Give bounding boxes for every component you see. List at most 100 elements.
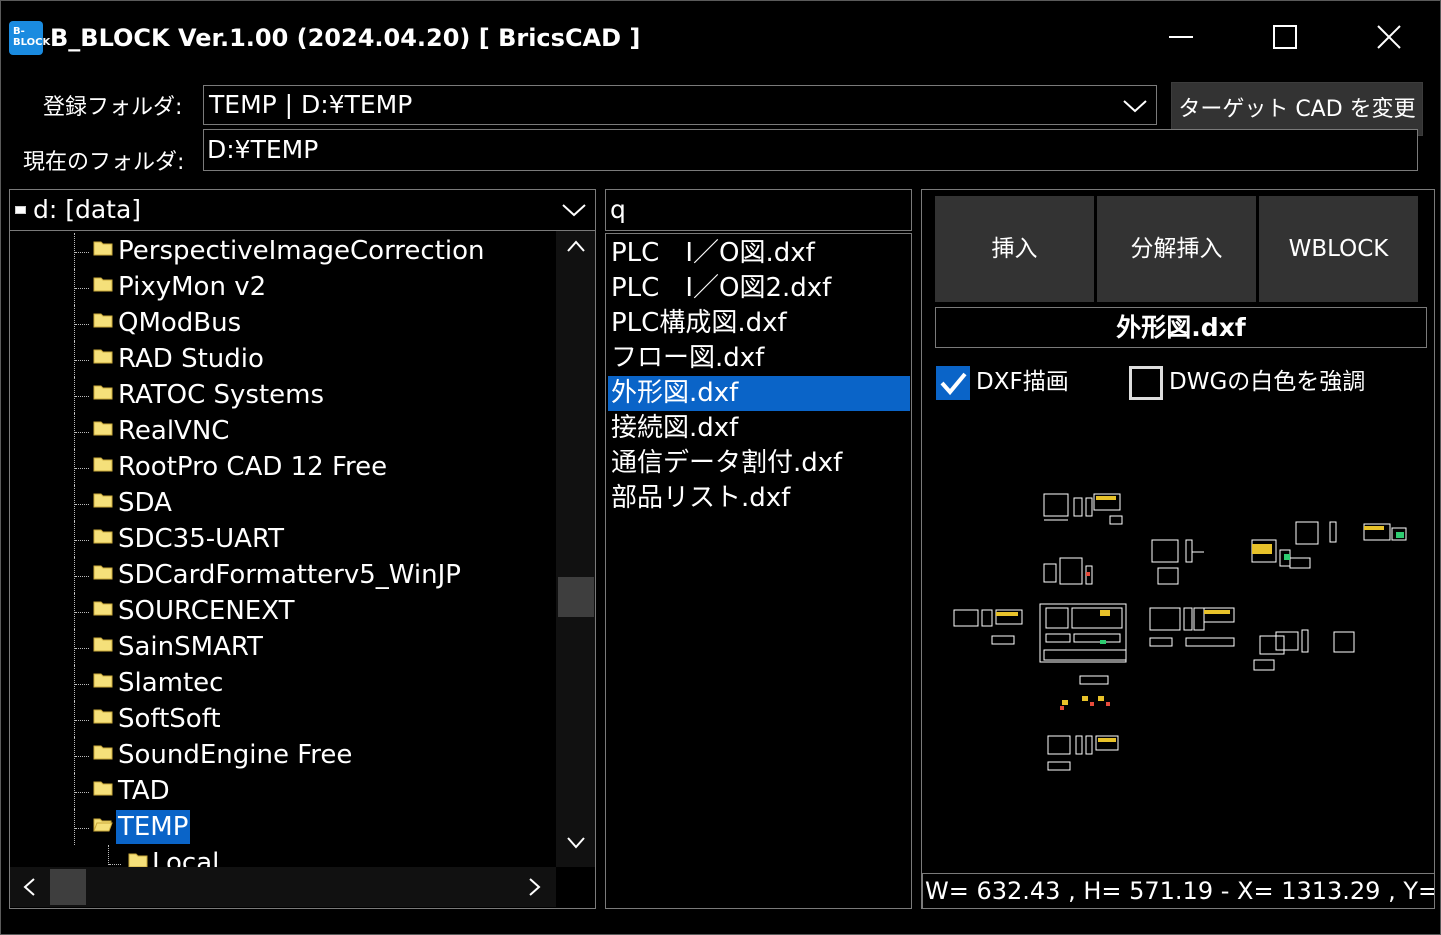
file-list-item[interactable]: 通信データ割付.dxf [608,446,910,481]
tree-vertical-thumb[interactable] [558,577,594,617]
tree-line [75,396,89,397]
tree-line [75,828,89,829]
tree-item[interactable]: RootPro CAD 12 Free [10,449,556,485]
tree-line [75,360,89,361]
folder-open-icon [93,818,113,832]
tree-item-label: PerspectiveImageCorrection [118,236,485,266]
maximize-button[interactable] [1233,1,1337,73]
tree-item[interactable]: TAD [10,773,556,809]
status-bar: W= 632.43 , H= 571.19 - X= 1313.29 , Y= … [922,873,1435,909]
tree-line [108,845,109,865]
folder-icon [93,529,113,544]
tree-item-label: SOURCENEXT [118,596,295,626]
scroll-left-icon[interactable] [22,877,36,897]
folder-icon [128,853,148,867]
registered-folder-value: TEMP | D:¥TEMP [209,90,413,119]
drive-select[interactable]: d: [data] [9,189,596,231]
tree-item[interactable]: RATOC Systems [10,377,556,413]
file-search-input[interactable]: q [605,189,912,231]
tree-item[interactable]: SainSMART [10,629,556,665]
tree-child-item[interactable]: Local [10,845,556,867]
tree-item[interactable]: SoundEngine Free [10,737,556,773]
window-title: B_BLOCK Ver.1.00 (2024.04.20) [ BricsCAD… [50,24,641,52]
folder-icon [93,637,113,652]
tree-line [74,809,75,845]
wblock-button[interactable]: WBLOCK [1259,196,1418,302]
window-bottom-edge [1,913,1440,934]
tree-item[interactable]: SDA [10,485,556,521]
tree-line [75,540,89,541]
tree-item-label: RATOC Systems [118,380,325,410]
tree-item-label: SDCardFormatterv5_WinJP [118,560,461,590]
dxf-draw-label: DXF描画 [976,369,1069,395]
folder-tree-items: PerspectiveImageCorrection PixyMon v2 QMod… [10,231,556,867]
chevron-down-icon [1123,100,1147,113]
tree-item-label: RealVNC [118,416,230,446]
folder-icon [93,421,113,436]
preview-panel: 挿入 分解挿入 WBLOCK 外形図.dxf DXF描画 DWGの白色を強調 [921,189,1435,909]
search-value: q [610,195,626,224]
scroll-right-icon[interactable] [528,877,542,897]
tree-line [75,252,89,253]
file-list-item[interactable]: PLC I／O図.dxf [608,236,910,271]
file-list-item[interactable]: 外形図.dxf [608,376,910,411]
file-list-item[interactable]: PLC構成図.dxf [608,306,910,341]
tree-line [75,792,89,793]
tree-item[interactable]: SOURCENEXT [10,593,556,629]
file-list-item[interactable]: 部品リスト.dxf [608,481,910,516]
scroll-up-icon[interactable] [566,239,586,253]
dxf-preview-drawing [953,493,1407,771]
tree-item[interactable]: RAD Studio [10,341,556,377]
folder-icon [93,601,113,616]
tree-item[interactable]: SDCardFormatterv5_WinJP [10,557,556,593]
file-list[interactable]: PLC I／O図.dxf PLC I／O図2.dxf PLC構成図.dxf フロー図.… [605,233,912,909]
tree-item[interactable]: TEMP [10,809,556,845]
app-window: B- BLOCK B_BLOCK Ver.1.00 (2024.04.20) [ … [0,0,1441,935]
current-folder-value: D:¥TEMP [207,135,319,164]
current-folder-label: 現在のフォルダ: [23,150,185,175]
tree-item[interactable]: SoftSoft [10,701,556,737]
tree-item-label: QModBus [118,308,242,338]
minimize-button[interactable] [1129,1,1233,73]
tree-vertical-scrollbar[interactable] [556,231,595,867]
tree-item-label: RAD Studio [118,344,264,374]
chevron-down-icon [562,204,586,217]
tree-item[interactable]: Slamtec [10,665,556,701]
current-folder-field[interactable]: D:¥TEMP [203,129,1418,171]
tree-item[interactable]: PixyMon v2 [10,269,556,305]
tree-item[interactable]: SDC35-UART [10,521,556,557]
checkbox-unchecked[interactable] [1129,366,1163,400]
tree-line [75,504,89,505]
tree-horizontal-scrollbar[interactable] [10,867,556,907]
checkbox-checked[interactable] [936,366,970,400]
tree-item[interactable]: PerspectiveImageCorrection [10,233,556,269]
folder-tree[interactable]: PerspectiveImageCorrection PixyMon v2 QMod… [9,231,596,909]
dwg-white-emphasis-label: DWGの白色を強調 [1169,369,1366,395]
registered-folder-select[interactable]: TEMP | D:¥TEMP [203,85,1157,125]
explode-insert-button[interactable]: 分解挿入 [1097,196,1256,302]
tree-line [75,432,89,433]
close-button[interactable] [1337,1,1441,73]
tree-line [74,593,75,629]
tree-line [74,305,75,341]
tree-line [75,324,89,325]
tree-line [75,576,89,577]
file-list-item[interactable]: 接続図.dxf [608,411,910,446]
file-list-item[interactable]: フロー図.dxf [608,341,910,376]
tree-item[interactable]: QModBus [10,305,556,341]
folder-icon [93,313,113,328]
tree-item[interactable]: RealVNC [10,413,556,449]
insert-button[interactable]: 挿入 [935,196,1094,302]
close-icon [1377,25,1401,49]
tree-horizontal-thumb[interactable] [50,869,86,905]
scrollbar-corner [556,867,595,907]
folder-icon [93,673,113,688]
scroll-down-icon[interactable] [566,835,586,849]
file-list-item[interactable]: PLC I／O図2.dxf [608,271,910,306]
change-target-cad-button[interactable]: ターゲット CAD を変更 [1171,82,1423,136]
checkmark-icon [940,372,967,396]
tree-line [74,665,75,701]
tree-item-label: SainSMART [118,632,263,662]
tree-line [109,864,121,865]
tree-item-label: SoundEngine Free [118,740,353,770]
